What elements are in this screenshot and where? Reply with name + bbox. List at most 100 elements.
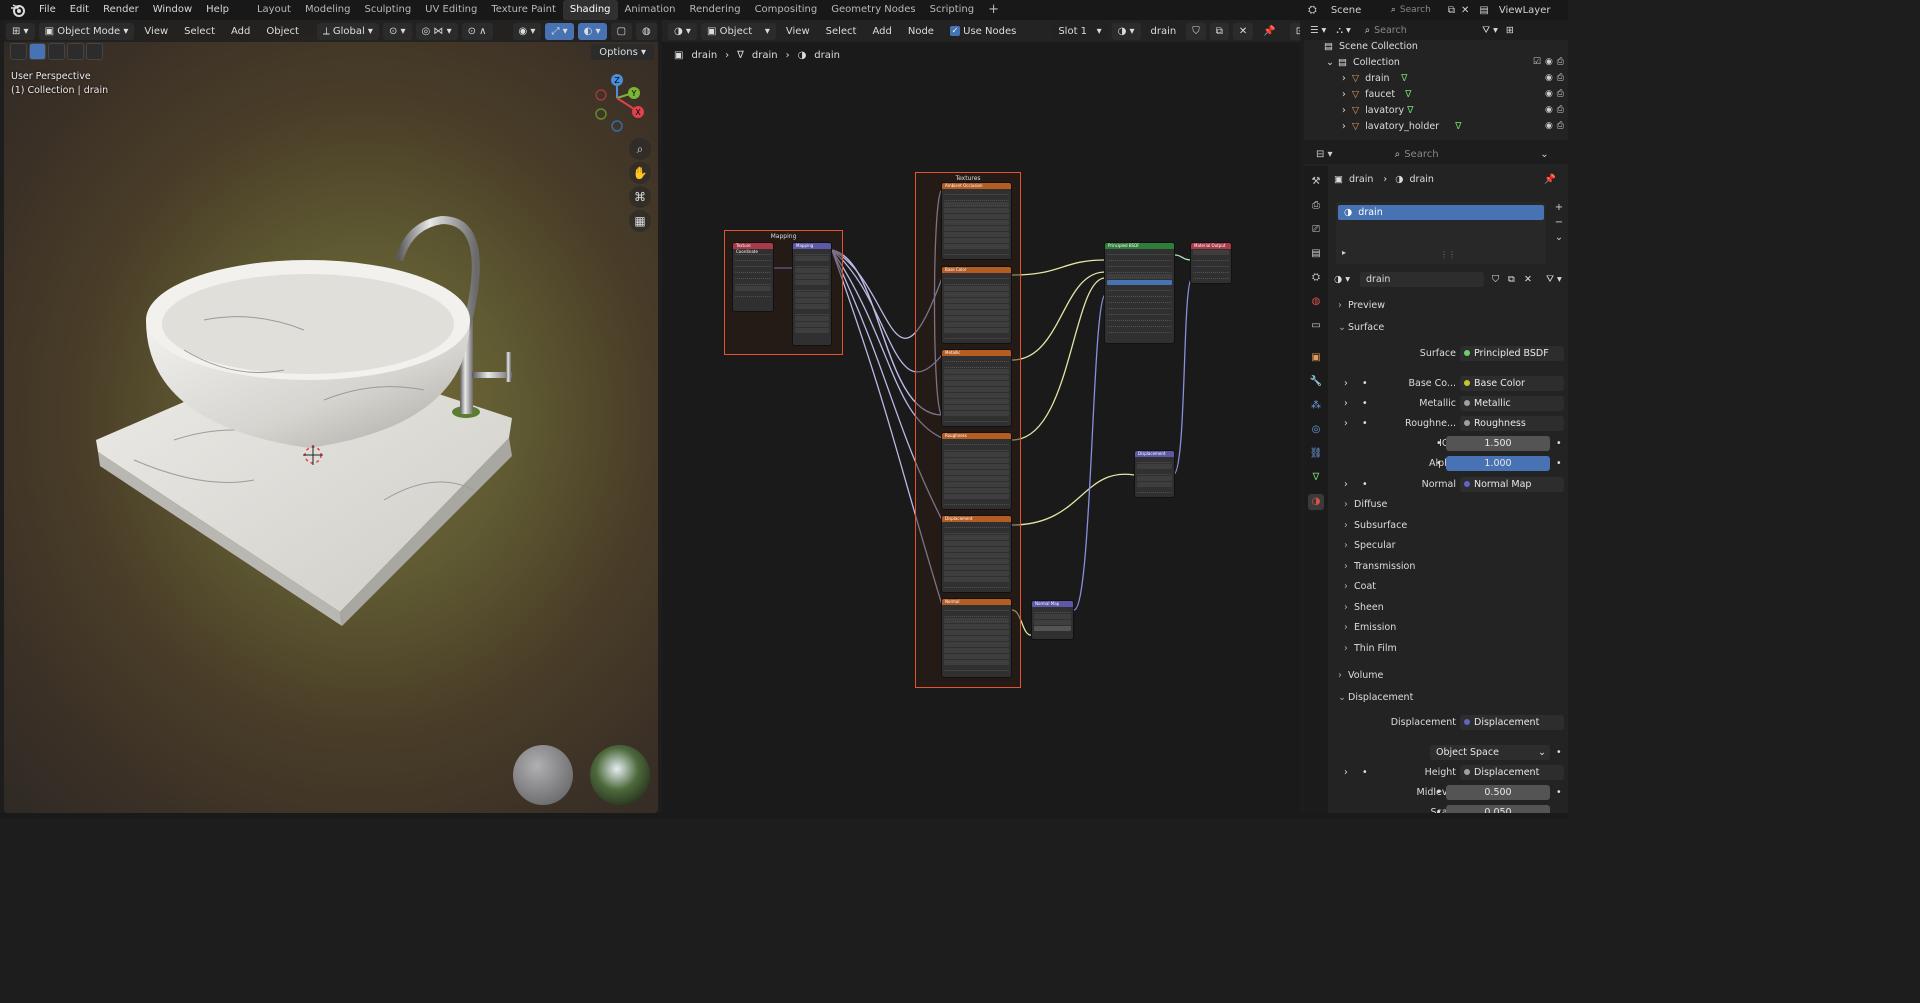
chevron-down-icon[interactable]: ⌄ — [1326, 57, 1334, 68]
section-preview[interactable]: › Preview — [1338, 300, 1385, 311]
tab-geometry-nodes[interactable]: Geometry Nodes — [824, 0, 922, 20]
displacement-field[interactable]: Displacement — [1460, 714, 1564, 730]
menu-window[interactable]: Window — [146, 0, 199, 20]
eye-icon[interactable]: ◉ — [1545, 73, 1553, 83]
eye-icon[interactable]: ◉ — [1545, 57, 1553, 67]
fake-user-icon[interactable]: ⛉ — [1492, 274, 1499, 285]
chevron-right-icon[interactable]: › — [1344, 378, 1348, 389]
texture-coordinate-node[interactable]: Texture Coordinate — [732, 242, 774, 312]
menu-file[interactable]: File — [32, 0, 63, 20]
object-tab-icon[interactable]: ▣ — [1308, 350, 1324, 366]
chevron-right-icon[interactable]: › — [1342, 121, 1346, 132]
socket-dot-icon[interactable]: • — [1436, 438, 1442, 449]
tab-uv-editing[interactable]: UV Editing — [418, 0, 484, 20]
section-surface[interactable]: ⌄ Surface — [1338, 322, 1384, 333]
camera-icon[interactable]: ⎙ — [1557, 89, 1564, 99]
scene-name[interactable]: Scene — [1331, 5, 1391, 16]
normal-map-node[interactable]: Normal Map — [1031, 600, 1074, 640]
socket-dot-icon[interactable]: • — [1436, 458, 1442, 469]
material-name-input[interactable]: drain — [1360, 271, 1484, 287]
3d-viewport[interactable]: ⊞ ▾ ▣ Object Mode ▾ View Select Add Obje… — [4, 20, 658, 813]
midlevel-field[interactable]: 0.500 — [1446, 784, 1550, 800]
outliner-row-lavatory[interactable]: › ▽ lavatory ∇ ◉ ⎙ — [1304, 102, 1568, 118]
base-color-field[interactable]: Base Color — [1460, 375, 1564, 391]
tab-modeling[interactable]: Modeling — [298, 0, 358, 20]
add-slot-icon[interactable]: + — [1552, 202, 1566, 213]
space-dropdown[interactable]: Object Space ⌄ — [1430, 744, 1550, 760]
properties-editor[interactable]: ⊟ ▾ ⌕ Search ⌄ ⚒ ⎙ ⎚ ▤ ⛭ ◍ ▭ ▣ 🔧 ⁂ ◎ ⛓ ∇… — [1304, 144, 1568, 819]
mapping-node[interactable]: Mapping — [792, 242, 832, 346]
ior-field[interactable]: 1.500 — [1446, 435, 1550, 451]
outliner-row-lavatory-holder[interactable]: › ▽ lavatory_holder ∇ ◉ ⎙ — [1304, 118, 1568, 134]
subsection-emission[interactable]: › Emission — [1344, 622, 1396, 633]
world-tab-icon[interactable]: ◍ — [1308, 294, 1324, 310]
tab-texture-paint[interactable]: Texture Paint — [484, 0, 563, 20]
metallic-texture-node[interactable]: Metallic — [941, 349, 1012, 427]
editor-type-icon[interactable]: ⊟ ▾ — [1316, 149, 1333, 160]
material-slot-row[interactable]: ◑ drain — [1338, 205, 1544, 220]
tool-tab-icon[interactable]: ⚒ — [1308, 174, 1324, 190]
add-workspace-icon[interactable]: + — [981, 0, 1006, 20]
keyframe-dot-icon[interactable]: • — [1556, 787, 1562, 798]
keyframe-dot-icon[interactable]: • — [1556, 747, 1562, 758]
subsection-thin-film[interactable]: › Thin Film — [1344, 643, 1397, 654]
tab-layout[interactable]: Layout — [250, 0, 298, 20]
subsection-coat[interactable]: › Coat — [1344, 581, 1376, 592]
section-displacement[interactable]: ⌄ Displacement — [1338, 692, 1413, 703]
chevron-right-icon[interactable]: › — [1342, 105, 1346, 116]
outliner[interactable]: ☰ ▾ ⛬ ▾ ⌕ Search ⛛ ▾ ⊞ ▤ Scene Collectio… — [1304, 20, 1568, 140]
scene-icon[interactable]: ⛭ — [1308, 3, 1317, 17]
new-collection-icon[interactable]: ⊞ — [1506, 25, 1514, 36]
new-scene-icon[interactable]: ⧉ — [1448, 5, 1455, 16]
camera-icon[interactable]: ⎙ — [1557, 57, 1564, 67]
delete-scene-icon[interactable]: ✕ — [1461, 5, 1469, 16]
tab-scripting[interactable]: Scripting — [923, 0, 981, 20]
eye-icon[interactable]: ◉ — [1545, 121, 1553, 131]
subsection-sheen[interactable]: › Sheen — [1344, 602, 1384, 613]
data-tab-icon[interactable]: ∇ — [1308, 470, 1324, 486]
base-color-texture-node[interactable]: Base Color — [941, 266, 1012, 344]
resize-handle-icon[interactable]: ⋮⋮ — [1440, 250, 1456, 259]
section-volume[interactable]: › Volume — [1338, 670, 1383, 681]
pin-icon[interactable]: 📌 — [1544, 174, 1556, 185]
scene-search-input[interactable]: Search — [1400, 5, 1444, 15]
chevron-right-icon[interactable]: › — [1344, 479, 1348, 490]
particles-tab-icon[interactable]: ⁂ — [1308, 398, 1324, 414]
material-browse-icon[interactable]: ◑ ▾ — [1334, 274, 1350, 285]
scene-tab-icon[interactable]: ⛭ — [1308, 270, 1324, 286]
output-tab-icon[interactable]: ⎚ — [1308, 222, 1324, 238]
material-tab-icon[interactable]: ◑ — [1308, 494, 1324, 510]
socket-dot-icon[interactable]: • — [1436, 787, 1442, 798]
material-slot-list[interactable]: ◑ drain ▸ ⋮⋮ — [1336, 202, 1546, 264]
tab-shading[interactable]: Shading — [562, 0, 618, 20]
roughness-texture-node[interactable]: Roughness — [941, 432, 1012, 510]
filter-funnel-icon[interactable]: ⛛ ▾ — [1482, 25, 1498, 36]
blender-logo-icon[interactable] — [10, 2, 26, 18]
tab-compositing[interactable]: Compositing — [748, 0, 825, 20]
outliner-row-scene-collection[interactable]: ▤ Scene Collection — [1304, 38, 1568, 54]
outliner-filter-icon[interactable]: ⛬ ▾ — [1336, 25, 1350, 36]
chevron-right-icon[interactable]: › — [1342, 73, 1346, 84]
alpha-field[interactable]: 1.000 — [1446, 455, 1550, 471]
chevron-right-icon[interactable]: › — [1344, 398, 1348, 409]
material-output-node[interactable]: Material Output — [1190, 242, 1232, 284]
displacement-node[interactable]: Displacement — [1134, 450, 1175, 498]
render-tab-icon[interactable]: ⎙ — [1308, 198, 1324, 214]
shader-node-editor[interactable]: ◑ ▾ ▣ Object ▾ View Select Add Node ✓ Us… — [662, 20, 1300, 813]
outliner-search-input[interactable]: Search — [1374, 25, 1444, 36]
outliner-row-collection[interactable]: ⌄ ▤ Collection ☑ ◉ ⎙ — [1304, 54, 1568, 70]
tab-sculpting[interactable]: Sculpting — [357, 0, 418, 20]
chevron-right-icon[interactable]: › — [1342, 89, 1346, 100]
checkbox-checked-icon[interactable]: ☑ — [1533, 57, 1541, 67]
camera-icon[interactable]: ⎙ — [1557, 73, 1564, 83]
chevron-right-icon[interactable]: › — [1344, 767, 1348, 778]
surface-shader-field[interactable]: Principled BSDF — [1460, 345, 1564, 361]
camera-icon[interactable]: ⎙ — [1557, 105, 1564, 115]
display-mode-icon[interactable]: ☰ ▾ — [1310, 25, 1326, 36]
normal-texture-node[interactable]: Normal — [941, 598, 1012, 678]
ao-texture-node[interactable]: Ambient Occlusion — [941, 182, 1012, 260]
camera-icon[interactable]: ⎙ — [1557, 121, 1564, 131]
roughness-field[interactable]: Roughness — [1460, 415, 1564, 431]
outliner-row-faucet[interactable]: › ▽ faucet ∇ ◉ ⎙ — [1304, 86, 1568, 102]
view-layer-tab-icon[interactable]: ▤ — [1308, 246, 1324, 262]
